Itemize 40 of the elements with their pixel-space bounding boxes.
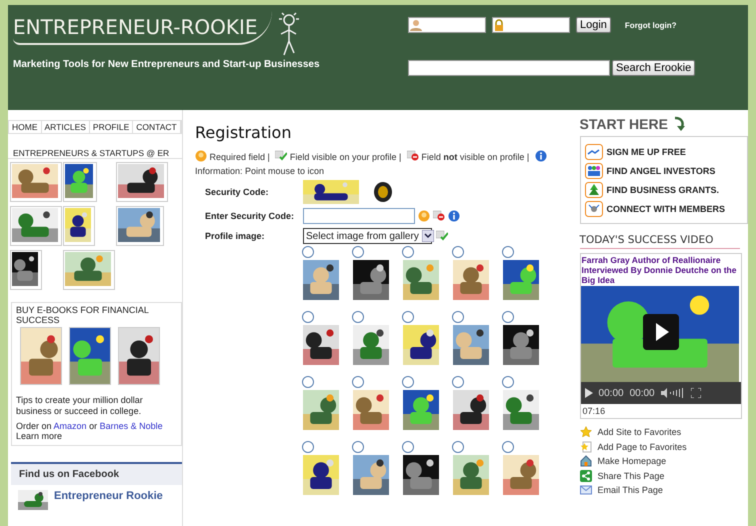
section-heading: BUY E-BOOKS FOR FINANCIAL SUCCESS [16, 305, 150, 325]
action-link[interactable]: Add Site to Favorites [580, 425, 748, 440]
image-dropdown[interactable]: Select image from gallery [303, 228, 432, 244]
legend-text: Field visible on your profile | [290, 152, 402, 162]
field-label: Profile image: [205, 231, 266, 241]
menu-link[interactable]: CONNECT WITH MEMBERS [584, 199, 743, 218]
video-duration: 07:16 [582, 405, 606, 418]
action-link[interactable]: Email This Page [580, 483, 748, 498]
nav-link[interactable]: CONTACT [133, 121, 181, 133]
action-link[interactable]: Add Page to Favorites [580, 440, 748, 454]
section-heading: ENTREPRENEURS & STARTUPS @ ER [8, 148, 182, 159]
legend-text: Information: Point mouse to icon [195, 166, 324, 176]
barnes-noble-link[interactable]: Barnes & Noble [100, 421, 163, 431]
legend-text: Required field | [210, 152, 270, 162]
promo-text: Tips to create your million dollar business or succeed in college. [16, 395, 144, 417]
order-text: Order on Amazon or Barnes & Noble Learn more [16, 421, 164, 441]
nav-link[interactable]: HOME [9, 121, 42, 133]
section-heading: TODAY'S SUCCESS VIDEO [580, 234, 740, 249]
page-title: Registration [195, 123, 292, 142]
legend-text: Field not visible on profile | [421, 152, 530, 162]
facebook-heading: Find us on Facebook [18, 468, 120, 482]
nav-link[interactable]: ARTICLES [42, 121, 90, 133]
action-link[interactable]: Share This Page [580, 468, 748, 483]
login-button[interactable]: Login [576, 17, 611, 33]
forgot-login-link[interactable]: Forgot login? [624, 20, 676, 30]
time-label: 00:00 [598, 388, 624, 398]
amazon-link[interactable]: Amazon [54, 421, 87, 431]
field-label: Enter Security Code: [205, 211, 296, 221]
video-caption: Farrah Gray Author of Reallionaire Interviewed By Donnie Deutche on the Big Idea [580, 254, 738, 286]
menu-link[interactable]: FIND ANGEL INVESTORS [584, 161, 743, 180]
time-label: 00:00 [630, 388, 655, 398]
site-logo[interactable]: ENTREPRENEUR-ROOKIE [13, 11, 272, 45]
search-button[interactable]: Search Erookie [612, 60, 696, 76]
site-tagline: Marketing Tools for New Entrepreneurs and Start-up Businesses [13, 59, 320, 70]
field-label: Security Code: [205, 187, 270, 197]
section-heading: START HERE [580, 116, 668, 132]
menu-link[interactable]: FIND BUSINESS GRANTS. [584, 180, 743, 199]
action-link[interactable]: Make Homepage [580, 454, 748, 468]
menu-link[interactable]: SIGN ME UP FREE [584, 142, 743, 161]
nav-link[interactable]: PROFILE [90, 121, 134, 133]
